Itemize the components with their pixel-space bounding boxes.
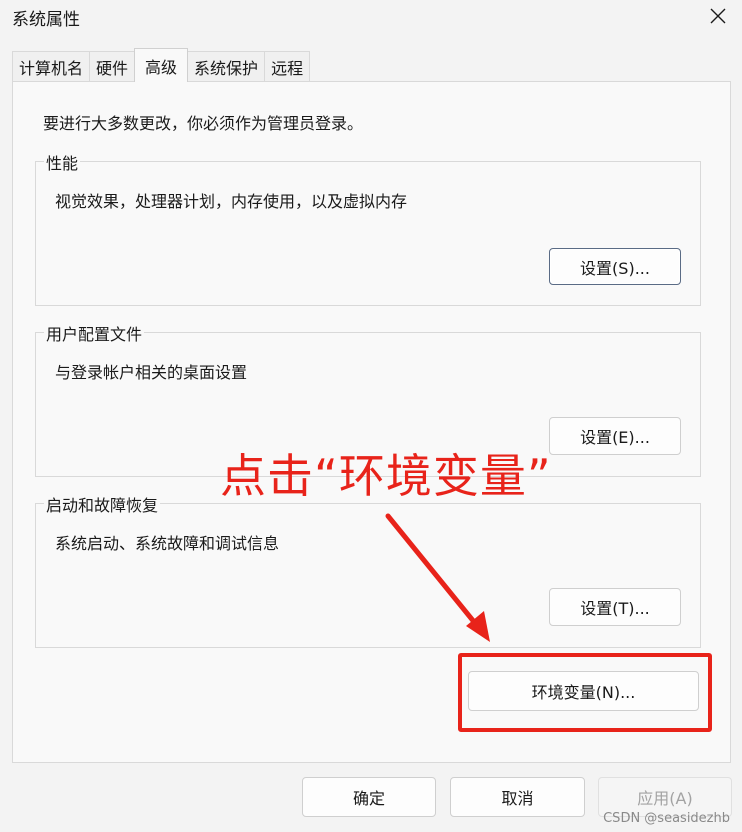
tab-advanced[interactable]: 高级 bbox=[134, 48, 189, 82]
performance-settings-button[interactable]: 设置(S)... bbox=[549, 248, 681, 285]
tab-label: 计算机名 bbox=[19, 59, 84, 78]
title-bar: 系统属性 bbox=[0, 0, 742, 34]
tab-system-protection[interactable]: 系统保护 bbox=[187, 51, 266, 82]
tab-label: 硬件 bbox=[96, 59, 129, 78]
startup-recovery-label: 启动和故障恢复 bbox=[44, 492, 161, 516]
startup-recovery-desc: 系统启动、系统故障和调试信息 bbox=[55, 534, 280, 553]
user-profiles-desc: 与登录帐户相关的桌面设置 bbox=[55, 363, 248, 382]
close-icon bbox=[710, 8, 726, 24]
window-title: 系统属性 bbox=[12, 10, 80, 30]
performance-group: 性能 视觉效果，处理器计划，内存使用，以及虚拟内存 设置(S)... bbox=[35, 150, 701, 306]
annotation-highlight-box bbox=[458, 653, 712, 732]
system-properties-dialog: 系统属性 计算机名 硬件 高级 系统保护 远程 要进行大多数更改，你必须作为管理… bbox=[0, 0, 742, 832]
tab-label: 高级 bbox=[145, 57, 178, 77]
user-profiles-label: 用户配置文件 bbox=[44, 321, 145, 345]
close-button[interactable] bbox=[694, 0, 742, 32]
ok-button[interactable]: 确定 bbox=[302, 777, 436, 817]
button-label: 应用(A) bbox=[637, 789, 693, 808]
annotation-text: 点击“环境变量” bbox=[220, 449, 552, 503]
button-label: 取消 bbox=[501, 789, 534, 808]
performance-desc: 视觉效果，处理器计划，内存使用，以及虚拟内存 bbox=[55, 192, 408, 211]
watermark: CSDN @seasidezhb bbox=[603, 811, 730, 826]
startup-recovery-group: 启动和故障恢复 系统启动、系统故障和调试信息 设置(T)... bbox=[35, 492, 701, 648]
tab-strip: 计算机名 硬件 高级 系统保护 远程 bbox=[12, 48, 311, 82]
admin-notice: 要进行大多数更改，你必须作为管理员登录。 bbox=[43, 114, 364, 133]
button-label: 设置(T)... bbox=[580, 599, 650, 618]
tab-hardware[interactable]: 硬件 bbox=[89, 51, 136, 82]
button-label: 确定 bbox=[352, 789, 385, 808]
startup-recovery-settings-button[interactable]: 设置(T)... bbox=[549, 588, 681, 626]
tab-remote[interactable]: 远程 bbox=[264, 51, 311, 82]
user-profiles-settings-button[interactable]: 设置(E)... bbox=[549, 417, 681, 455]
performance-label: 性能 bbox=[44, 150, 81, 174]
button-label: 设置(E)... bbox=[580, 428, 650, 447]
tab-label: 远程 bbox=[271, 59, 304, 78]
cancel-button[interactable]: 取消 bbox=[450, 777, 585, 817]
button-label: 设置(S)... bbox=[580, 258, 650, 278]
tab-computer-name[interactable]: 计算机名 bbox=[12, 51, 91, 82]
tab-label: 系统保护 bbox=[194, 59, 259, 78]
